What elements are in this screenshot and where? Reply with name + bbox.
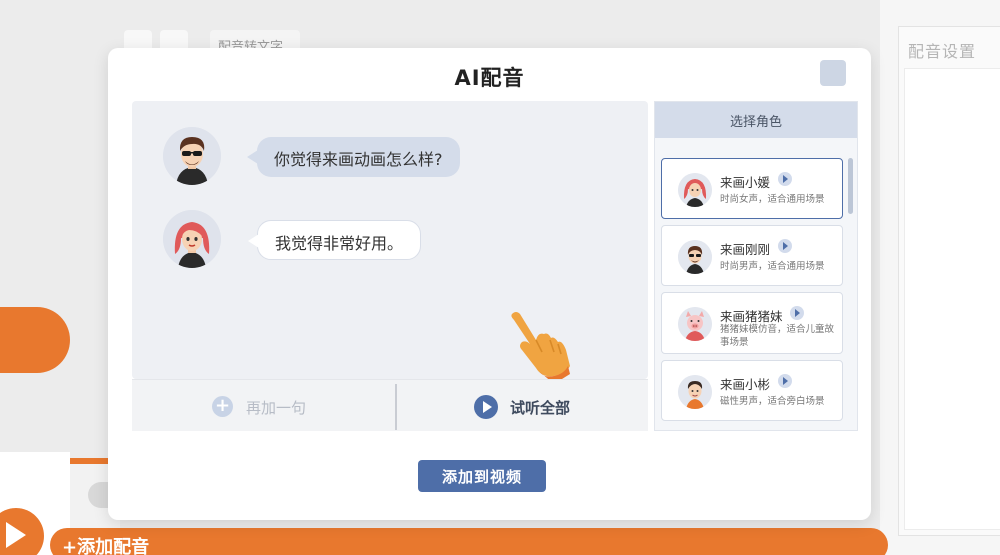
add-sentence-label: 再加一句: [246, 399, 307, 417]
role-name: 来画刚刚: [720, 242, 771, 257]
role-description: 时尚女声，适合通用场景: [720, 194, 825, 205]
plus-icon: +: [212, 396, 233, 417]
preview-play-icon[interactable]: [778, 172, 792, 186]
chat-message: 你觉得来画动画怎么样?: [132, 125, 648, 187]
close-button[interactable]: [820, 60, 846, 86]
listen-all-button[interactable]: 试听全部: [398, 380, 648, 432]
role-description: 猪猪妹模仿音，适合儿童故事场景: [720, 324, 835, 348]
ai-voice-dialog: AI配音 你觉得来画动画怎么样? 我觉得非常好用。 + 再加一句 试听全部 选择…: [108, 48, 871, 520]
action-bar: + 再加一句 试听全部: [132, 379, 648, 431]
play-icon: [6, 522, 26, 548]
preview-play-icon[interactable]: [790, 306, 804, 320]
role-card-xiaobin[interactable]: 来画小彬 磁性男声，适合旁白场景: [661, 360, 843, 421]
message-bubble: 你觉得来画动画怎么样?: [247, 137, 460, 177]
preview-play-icon[interactable]: [778, 239, 792, 253]
preview-play-icon[interactable]: [778, 374, 792, 388]
role-panel-header: 选择角色: [655, 102, 857, 138]
female-avatar-icon: [678, 173, 712, 207]
role-card-zhuzhumei[interactable]: 来画猪猪妹 猪猪妹模仿音，适合儿童故事场景: [661, 292, 843, 354]
dialog-title: AI配音: [454, 66, 525, 90]
role-card-xiaoyuan[interactable]: 来画小媛 时尚女声，适合通用场景: [661, 158, 843, 219]
male-avatar-icon: [678, 240, 712, 274]
add-sentence-button[interactable]: + 再加一句: [132, 380, 394, 432]
listen-all-label: 试听全部: [510, 399, 571, 417]
role-description: 时尚男声，适合通用场景: [720, 261, 825, 272]
chat-message: 我觉得非常好用。: [132, 208, 648, 270]
message-bubble: 我觉得非常好用。: [247, 220, 422, 260]
role-name: 来画小彬: [720, 377, 771, 392]
settings-content: [904, 68, 1000, 530]
male-avatar-icon: [163, 127, 221, 185]
role-name: 来画小媛: [720, 175, 771, 190]
hand-pointer-icon: [506, 310, 576, 384]
add-to-video-button[interactable]: 添加到视频: [418, 460, 546, 492]
settings-title: 配音设置: [908, 42, 977, 61]
play-circle-icon: [474, 395, 498, 419]
role-description: 磁性男声，适合旁白场景: [720, 396, 825, 407]
pig-avatar-icon: [678, 307, 712, 341]
female-avatar-icon: [163, 210, 221, 268]
divider: [395, 384, 397, 430]
add-voice-button[interactable]: +添加配音: [50, 528, 888, 555]
role-panel: 选择角色 来画小媛 时尚女声，适合通用场景 来画刚刚 时尚男声，适合通用场景 来…: [654, 101, 858, 431]
role-card-ganggang[interactable]: 来画刚刚 时尚男声，适合通用场景: [661, 225, 843, 286]
orange-pill-decoration: [0, 307, 70, 373]
scrollbar[interactable]: [848, 158, 853, 214]
male-avatar-icon: [678, 375, 712, 409]
